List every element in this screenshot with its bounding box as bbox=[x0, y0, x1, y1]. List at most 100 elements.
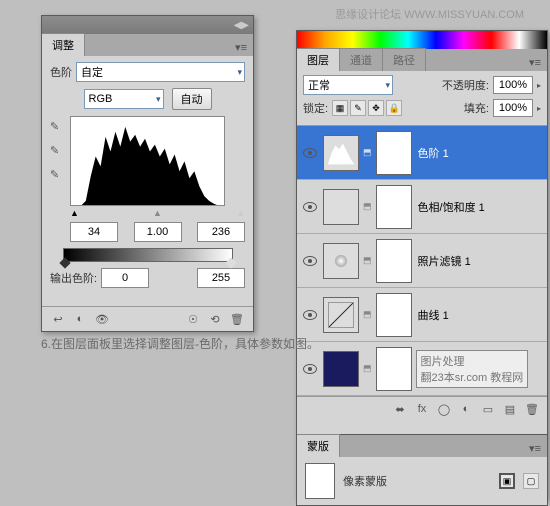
input-gamma-field[interactable] bbox=[134, 222, 182, 242]
lock-transparency-icon[interactable]: ▦ bbox=[332, 100, 348, 116]
adjustment-thumb-levels[interactable] bbox=[323, 135, 359, 171]
layer-row[interactable]: ⬒ 照片滤镜 1 bbox=[297, 234, 547, 288]
output-black-field[interactable] bbox=[101, 268, 149, 288]
auto-button[interactable]: 自动 bbox=[172, 88, 212, 110]
panel-menu-icon[interactable]: ▾≡ bbox=[523, 440, 547, 457]
watermark-badge: 图片处理 翻23本sr.com 教程网 bbox=[416, 350, 529, 388]
eyedropper-gray-icon[interactable]: ✎ bbox=[50, 144, 66, 160]
layer-name[interactable]: 照片滤镜 1 bbox=[416, 253, 543, 269]
opacity-field[interactable] bbox=[493, 76, 533, 94]
trash-icon[interactable]: 🗑 bbox=[229, 311, 245, 327]
link-icon: ⬒ bbox=[363, 201, 372, 212]
chevron-down-icon: ▾ bbox=[385, 80, 390, 91]
layer-name[interactable]: 色阶 1 bbox=[416, 145, 543, 161]
channel-select[interactable]: RGB ▾ bbox=[84, 89, 164, 109]
prev-state-icon[interactable]: ☉ bbox=[185, 311, 201, 327]
layer-row[interactable]: ⬒ 曲线 1 bbox=[297, 288, 547, 342]
panel-menu-icon[interactable]: ▾≡ bbox=[523, 54, 547, 71]
input-black-field[interactable] bbox=[70, 222, 118, 242]
adjustment-thumb-hue[interactable] bbox=[323, 189, 359, 225]
masks-tab-row: 蒙版 ▾≡ bbox=[297, 435, 547, 457]
layer-name[interactable]: 曲线 1 bbox=[416, 307, 543, 323]
tab-adjustments[interactable]: 调整 bbox=[42, 33, 85, 56]
watermark-text: 思缘设计论坛 WWW.MISSYUAN.COM bbox=[335, 6, 524, 22]
chevron-down-icon: ▾ bbox=[237, 67, 242, 78]
histogram-display bbox=[70, 116, 225, 206]
visibility-icon[interactable] bbox=[303, 202, 317, 212]
opacity-flyout-icon[interactable]: ▸ bbox=[537, 81, 541, 90]
slider-white-icon[interactable]: ▲ bbox=[236, 208, 245, 218]
layers-footer: ⬌ fx ◯ ◐ ▭ ▤ 🗑 bbox=[297, 396, 547, 421]
link-icon: ⬒ bbox=[363, 309, 372, 320]
slider-black-icon[interactable]: ▲ bbox=[70, 208, 79, 218]
mask-preview-thumb[interactable] bbox=[305, 463, 335, 499]
tab-paths[interactable]: 路径 bbox=[383, 48, 426, 71]
color-spectrum[interactable] bbox=[297, 31, 547, 49]
preset-value: 自定 bbox=[81, 64, 103, 80]
lock-position-icon[interactable]: ✥ bbox=[368, 100, 384, 116]
mask-thumb[interactable] bbox=[376, 239, 412, 283]
tab-layers[interactable]: 图层 bbox=[297, 48, 340, 71]
new-layer-icon[interactable]: ▤ bbox=[501, 401, 519, 417]
layer-row[interactable]: ⬒ 图片处理 翻23本sr.com 教程网 bbox=[297, 342, 547, 396]
pixel-mask-icon[interactable]: ▣ bbox=[499, 473, 515, 489]
adjustment-thumb-curves[interactable] bbox=[323, 297, 359, 333]
mask-thumb[interactable] bbox=[376, 293, 412, 337]
layers-tab-row: 图层 通道 路径 ▾≡ bbox=[297, 49, 547, 71]
visibility-icon[interactable] bbox=[303, 310, 317, 320]
link-layers-icon[interactable]: ⬌ bbox=[391, 401, 409, 417]
eyedropper-black-icon[interactable]: ✎ bbox=[50, 120, 66, 136]
blend-mode-select[interactable]: 正常 ▾ bbox=[303, 75, 393, 95]
levels-type-label: 色阶 bbox=[50, 64, 72, 80]
opacity-label: 不透明度: bbox=[442, 77, 489, 93]
tab-channels[interactable]: 通道 bbox=[340, 48, 383, 71]
lock-all-icon[interactable]: 🔒 bbox=[386, 100, 402, 116]
layers-list: ⬒ 色阶 1 ⬒ 色相/饱和度 1 ⬒ 照片滤镜 1 ⬒ 曲线 1 bbox=[297, 126, 547, 396]
layer-name[interactable]: 色相/饱和度 1 bbox=[416, 199, 543, 215]
output-black-handle[interactable] bbox=[59, 257, 70, 268]
add-mask-icon[interactable]: ◯ bbox=[435, 401, 453, 417]
output-gradient[interactable] bbox=[63, 248, 233, 262]
adjustments-panel: ◀▶ 调整 ▾≡ 色阶 自定 ▾ RGB ▾ 自动 ✎ ✎ ✎ bbox=[41, 15, 254, 332]
channel-value: RGB bbox=[89, 93, 113, 105]
eyedropper-white-icon[interactable]: ✎ bbox=[50, 168, 66, 184]
collapse-icon[interactable]: ◀▶ bbox=[234, 20, 249, 31]
output-white-field[interactable] bbox=[197, 268, 245, 288]
layer-row[interactable]: ⬒ 色阶 1 bbox=[297, 126, 547, 180]
layer-row[interactable]: ⬒ 色相/饱和度 1 bbox=[297, 180, 547, 234]
fill-flyout-icon[interactable]: ▸ bbox=[537, 104, 541, 113]
trash-icon[interactable]: 🗑 bbox=[523, 401, 541, 417]
reset-icon[interactable]: ⟲ bbox=[207, 311, 223, 327]
output-white-handle[interactable] bbox=[225, 257, 236, 268]
tab-masks[interactable]: 蒙版 bbox=[297, 434, 340, 457]
adjustment-thumb-photofilter[interactable] bbox=[323, 243, 359, 279]
mask-thumb[interactable] bbox=[376, 131, 412, 175]
group-icon[interactable]: ▭ bbox=[479, 401, 497, 417]
visibility-icon[interactable] bbox=[303, 256, 317, 266]
view-icon[interactable]: 👁 bbox=[94, 311, 110, 327]
blend-mode-value: 正常 bbox=[308, 77, 330, 93]
mask-thumb[interactable] bbox=[376, 347, 412, 391]
fill-label: 填充: bbox=[464, 100, 489, 116]
adjustment-layer-icon[interactable]: ◐ bbox=[457, 401, 475, 417]
return-icon[interactable]: ↩ bbox=[50, 311, 66, 327]
layer-thumb[interactable] bbox=[323, 351, 359, 387]
lock-label: 锁定: bbox=[303, 100, 328, 116]
visibility-icon[interactable] bbox=[303, 364, 317, 374]
fx-icon[interactable]: fx bbox=[413, 401, 431, 417]
visibility-icon[interactable] bbox=[303, 148, 317, 158]
mask-type-label: 像素蒙版 bbox=[343, 473, 387, 489]
panel-header[interactable]: ◀▶ bbox=[42, 16, 253, 34]
vector-mask-icon[interactable]: ▢ bbox=[523, 473, 539, 489]
lock-pixels-icon[interactable]: ✎ bbox=[350, 100, 366, 116]
layers-panel: 图层 通道 路径 ▾≡ 正常 ▾ 不透明度: ▸ 锁定: ▦ ✎ ✥ 🔒 填充: bbox=[296, 30, 548, 500]
masks-panel: 蒙版 ▾≡ 像素蒙版 ▣ ▢ bbox=[296, 434, 548, 506]
clip-icon[interactable]: ◐ bbox=[72, 311, 88, 327]
preset-select[interactable]: 自定 ▾ bbox=[76, 62, 245, 82]
chevron-down-icon: ▾ bbox=[156, 94, 161, 105]
panel-menu-icon[interactable]: ▾≡ bbox=[229, 39, 253, 56]
fill-field[interactable] bbox=[493, 99, 533, 117]
mask-thumb[interactable] bbox=[376, 185, 412, 229]
slider-gray-icon[interactable]: ▲ bbox=[153, 208, 162, 218]
input-white-field[interactable] bbox=[197, 222, 245, 242]
